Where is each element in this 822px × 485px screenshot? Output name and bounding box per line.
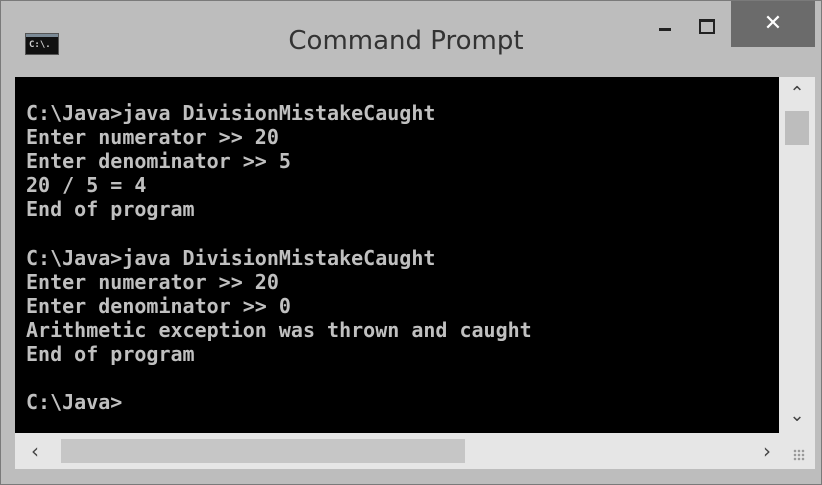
window-title: Command Prompt [288, 26, 524, 56]
console-line: Enter denominator >> 0 [26, 293, 291, 318]
resize-corner[interactable] [779, 433, 815, 469]
maximize-icon [699, 19, 715, 34]
console-line: C:\Java>java DivisionMistakeCaught [26, 245, 436, 270]
cmd-icon-bar [26, 34, 58, 37]
cmd-icon-label: C:\. [29, 40, 51, 50]
minimize-button[interactable] [647, 9, 683, 39]
scroll-up-icon[interactable]: ⌃ [779, 77, 815, 111]
close-icon: ✕ [763, 11, 783, 36]
cmd-icon[interactable]: C:\. [25, 33, 59, 55]
console-line: Enter denominator >> 5 [26, 149, 291, 174]
console-line: End of program [26, 341, 195, 366]
scroll-right-icon[interactable]: › [755, 433, 779, 469]
maximize-button[interactable] [689, 9, 725, 39]
command-prompt-window: C:\. Command Prompt ✕ C:\Java>java Divis… [0, 0, 822, 485]
console-line: End of program [26, 197, 195, 222]
console-line: 20 / 5 = 4 [26, 173, 147, 198]
console-line: Arithmetic exception was thrown and caug… [26, 317, 532, 342]
console-line: Enter numerator >> 20 [26, 269, 279, 294]
console-line: C:\Java>java DivisionMistakeCaught [26, 101, 436, 125]
close-button[interactable]: ✕ [731, 1, 815, 47]
console-lines: C:\Java>java DivisionMistakeCaught Enter… [26, 101, 532, 414]
scroll-down-icon[interactable]: ⌄ [779, 399, 815, 433]
console-output[interactable]: C:\Java>java DivisionMistakeCaught Enter… [15, 77, 779, 433]
console-line: Enter numerator >> 20 [26, 125, 279, 150]
horizontal-scroll-thumb[interactable] [61, 439, 465, 463]
resize-grip-icon[interactable] [793, 449, 805, 461]
minimize-icon [659, 28, 671, 31]
horizontal-scrollbar[interactable]: ‹ › [15, 433, 779, 469]
vertical-scrollbar[interactable]: ⌃ ⌄ [779, 77, 815, 433]
title-bar[interactable]: C:\. Command Prompt ✕ [1, 1, 821, 77]
scroll-left-icon[interactable]: ‹ [15, 433, 55, 469]
console-prompt-line: C:\Java> [26, 390, 123, 415]
vertical-scroll-thumb[interactable] [785, 111, 809, 145]
